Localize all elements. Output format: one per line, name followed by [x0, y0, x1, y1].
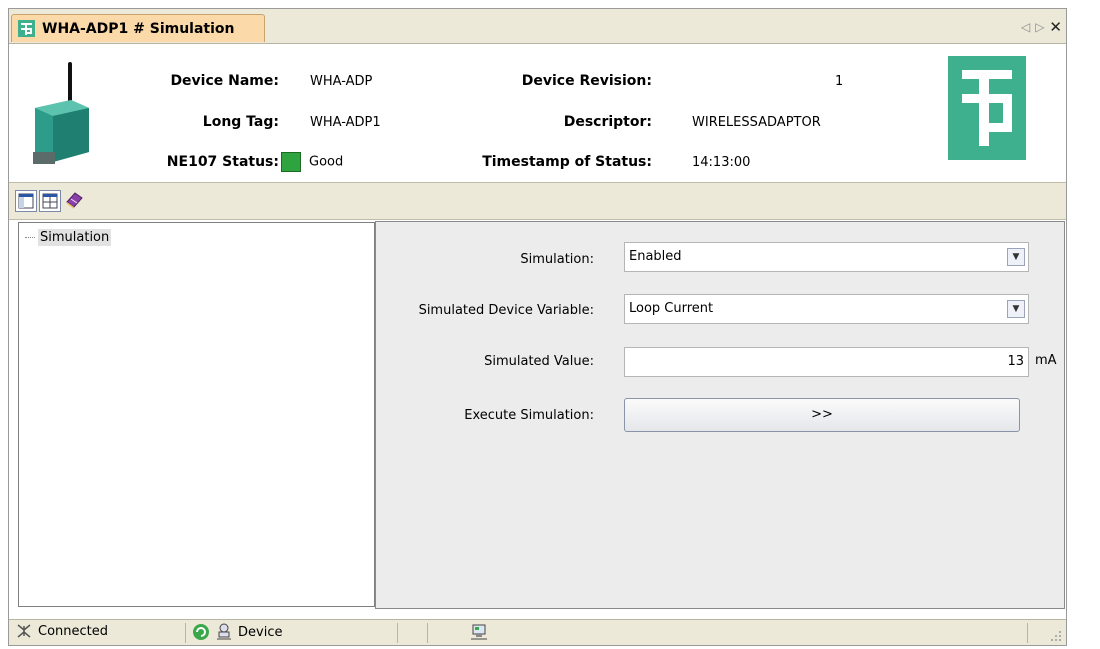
close-icon[interactable]: ✕	[1049, 18, 1062, 36]
status-divider	[397, 623, 398, 643]
descriptor-value: WIRELESSADAPTOR	[692, 115, 821, 130]
connection-status: Connected	[15, 623, 108, 639]
device-status-text: Device	[238, 624, 283, 640]
tab-title: WHA-ADP1 # Simulation	[42, 20, 235, 37]
pf-logo-icon	[18, 20, 35, 37]
tab-next-icon[interactable]: ▷	[1035, 20, 1044, 34]
layout-split-icon[interactable]	[39, 190, 61, 212]
simulation-select-value: Enabled	[629, 249, 682, 264]
tab-navigation: ◁ ▷ ✕	[1021, 18, 1062, 36]
toolbar	[9, 182, 1066, 220]
network-device-icon[interactable]	[469, 623, 489, 641]
chevron-down-icon[interactable]: ▼	[1007, 248, 1025, 266]
device-header: Device Name: WHA-ADP Long Tag: WHA-ADP1 …	[9, 44, 1066, 182]
device-icon	[217, 623, 231, 640]
execute-simulation-label: Execute Simulation:	[464, 408, 594, 423]
ne107-status-value: Good	[309, 154, 344, 170]
layout-panel-icon[interactable]	[15, 190, 37, 212]
navigation-tree: Simulation	[18, 222, 375, 607]
pepperl-fuchs-logo	[948, 56, 1026, 160]
timestamp-value: 14:13:00	[692, 155, 751, 170]
simulation-label: Simulation:	[520, 252, 594, 267]
device-revision-value: 1	[835, 74, 844, 89]
status-indicator-icon	[281, 152, 301, 172]
connection-icon	[17, 624, 31, 638]
tree-item-simulation[interactable]: Simulation	[25, 229, 112, 246]
tab-strip: WHA-ADP1 # Simulation ◁ ▷ ✕	[9, 9, 1066, 44]
application-window: WHA-ADP1 # Simulation ◁ ▷ ✕ Device Name:…	[8, 8, 1067, 646]
tab-simulation[interactable]: WHA-ADP1 # Simulation	[11, 14, 265, 42]
long-tag-label: Long Tag:	[202, 114, 279, 130]
timestamp-label: Timestamp of Status:	[482, 154, 652, 170]
long-tag-value: WHA-ADP1	[310, 115, 381, 130]
status-divider	[1027, 623, 1028, 643]
device-revision-label: Device Revision:	[521, 73, 652, 89]
status-divider	[427, 623, 428, 643]
execute-simulation-button[interactable]: >>	[624, 398, 1020, 432]
device-image	[33, 62, 89, 164]
device-status: Device	[192, 623, 282, 641]
device-name-value: WHA-ADP	[310, 74, 373, 89]
unit-label: mA	[1035, 353, 1057, 368]
simulated-value-input[interactable]: 13	[624, 347, 1029, 377]
device-variable-select[interactable]: Loop Current ▼	[624, 294, 1029, 324]
status-bar: Connected Device	[9, 619, 1066, 645]
ne107-status-label: NE107 Status:	[166, 154, 279, 170]
simulation-select[interactable]: Enabled ▼	[624, 242, 1029, 272]
status-divider	[185, 623, 186, 643]
tree-connector	[25, 237, 35, 238]
simulated-value-label: Simulated Value:	[484, 354, 594, 369]
connection-status-text: Connected	[38, 623, 109, 639]
chevron-down-icon[interactable]: ▼	[1007, 300, 1025, 318]
help-book-icon[interactable]	[63, 189, 85, 211]
ne107-status: Good	[281, 152, 343, 172]
descriptor-label: Descriptor:	[563, 114, 652, 130]
simulation-panel: Simulation: Enabled ▼ Simulated Device V…	[375, 221, 1065, 609]
tab-prev-icon[interactable]: ◁	[1021, 20, 1030, 34]
device-variable-select-value: Loop Current	[629, 301, 714, 316]
resize-grip-icon[interactable]	[1050, 630, 1062, 642]
network-status	[469, 623, 494, 641]
device-name-label: Device Name:	[170, 73, 279, 89]
tree-item-label: Simulation	[38, 229, 112, 246]
refresh-icon[interactable]	[192, 623, 210, 641]
device-variable-label: Simulated Device Variable:	[418, 303, 594, 318]
